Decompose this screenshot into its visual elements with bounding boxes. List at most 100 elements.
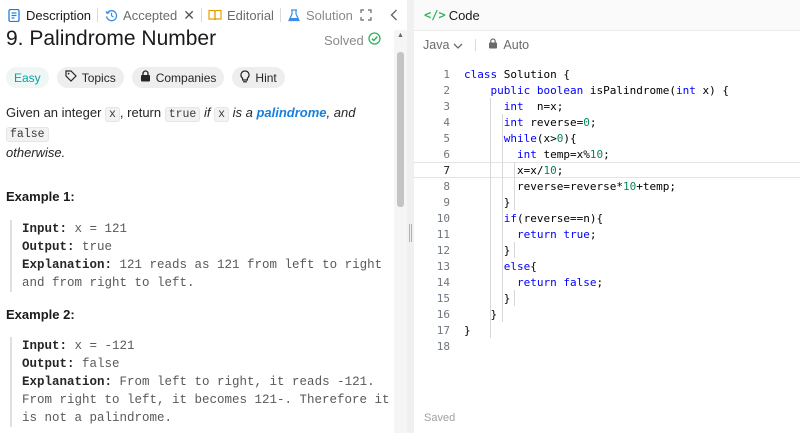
lightbulb-icon <box>240 69 250 86</box>
code-line-text: public boolean isPalindrome(int x) { <box>490 83 729 97</box>
explanation-label: Explanation: <box>22 375 113 389</box>
tab-editorial[interactable]: Editorial <box>204 0 278 30</box>
code-panel-title: Code <box>448 7 480 23</box>
line-number: 10 <box>436 211 450 225</box>
output-label: Output: <box>22 357 75 371</box>
desc-text: , and <box>326 105 356 120</box>
example-output: Output: false <box>22 355 390 373</box>
code-line[interactable]: 14 return false; <box>414 274 800 290</box>
code-line-text: int reverse=0; <box>503 115 597 129</box>
book-icon <box>208 8 222 22</box>
line-number: 3 <box>443 99 450 113</box>
code-line[interactable]: 8 reverse=reverse*10+temp; <box>414 178 800 194</box>
topics-button[interactable]: Topics <box>56 67 124 88</box>
scroll-up-arrow-icon[interactable]: ▲ <box>397 32 404 39</box>
code-line-text: } <box>464 243 511 257</box>
line-number: 17 <box>436 323 450 337</box>
problem-tabbar: Description Accepted ✕ Editorial Solutio… <box>0 0 407 30</box>
solved-status: Solved <box>324 32 381 48</box>
tabbar-actions <box>359 0 401 30</box>
example-input: Input: x = 121 <box>22 220 390 238</box>
tab-editorial-label: Editorial <box>226 7 274 23</box>
line-number: 9 <box>443 195 450 209</box>
code-line-text: if(reverse==n){ <box>503 211 604 225</box>
code-line[interactable]: 12 } <box>414 242 800 258</box>
code-line[interactable]: 3 int n=x; <box>414 98 800 114</box>
companies-label: Companies <box>155 70 217 85</box>
line-number: 8 <box>443 179 450 193</box>
indent-guide <box>514 242 515 258</box>
flask-icon <box>287 8 301 22</box>
example-output: Output: true <box>22 238 390 256</box>
vertical-scrollbar[interactable]: ▲ <box>394 30 407 433</box>
example-input: Input: x = -121 <box>22 337 390 355</box>
chevron-down-icon <box>453 38 463 52</box>
problem-tags: Easy Topics Companies Hint <box>6 67 285 88</box>
code-line[interactable]: 7 x=x/10; <box>414 162 800 178</box>
tab-solution[interactable]: Solution <box>283 0 357 30</box>
line-number: 18 <box>436 339 450 353</box>
indent-guide <box>514 290 515 306</box>
problem-panel: Description Accepted ✕ Editorial Solutio… <box>0 0 407 433</box>
line-number: 16 <box>436 307 450 321</box>
code-line[interactable]: 13 else{ <box>414 258 800 274</box>
tab-description[interactable]: Description <box>3 0 95 30</box>
example-explanation: Explanation: 121 reads as 121 from left … <box>22 256 390 292</box>
code-line-text: else{ <box>503 259 537 273</box>
code-line[interactable]: 10 if(reverse==n){ <box>414 210 800 226</box>
code-line[interactable]: 11 return true; <box>414 226 800 242</box>
grip-icon <box>409 224 412 242</box>
language-select[interactable]: Java <box>423 38 463 52</box>
history-icon <box>104 8 118 22</box>
code-editor[interactable]: 1 class Solution {2 public boolean isPali… <box>414 66 800 356</box>
language-label: Java <box>423 38 450 52</box>
tab-accepted[interactable]: Accepted ✕ <box>100 0 199 30</box>
line-number: 11 <box>436 227 450 241</box>
check-circle-icon <box>368 32 381 48</box>
code-panel-header: </> Code <box>414 0 800 31</box>
pane-resize-handle[interactable] <box>407 0 414 433</box>
example-2-title: Example 2: <box>6 307 75 322</box>
companies-button[interactable]: Companies <box>131 67 225 88</box>
code-line[interactable]: 6 int temp=x%10; <box>414 146 800 162</box>
code-line[interactable]: 17} <box>414 322 800 338</box>
expand-icon[interactable] <box>359 8 373 22</box>
input-value: x = 121 <box>74 222 128 236</box>
inline-code: x <box>105 107 120 122</box>
desc-text: if <box>200 105 215 120</box>
problem-description: Given an integer x, return true if x is … <box>6 104 386 162</box>
code-line[interactable]: 18 <box>414 338 800 354</box>
input-label: Input: <box>22 222 68 236</box>
desc-text: Given an integer <box>6 105 106 120</box>
code-line[interactable]: 15 } <box>414 290 800 306</box>
code-line-text: int n=x; <box>503 99 564 113</box>
tab-solution-label: Solution <box>305 7 353 23</box>
code-line[interactable]: 16 } <box>414 306 800 322</box>
difficulty-badge[interactable]: Easy <box>6 67 49 88</box>
code-line-text: reverse=reverse*10+temp; <box>464 179 676 193</box>
inline-code: false <box>6 127 49 142</box>
tab-separator <box>97 8 99 22</box>
tag-icon <box>65 70 77 85</box>
explanation-label: Explanation: <box>22 258 113 272</box>
code-line[interactable]: 1 class Solution { <box>414 66 800 82</box>
scrollbar-thumb[interactable] <box>397 52 404 207</box>
palindrome-link[interactable]: palindrome <box>256 105 326 120</box>
input-label: Input: <box>22 339 68 353</box>
code-line[interactable]: 5 while(x>0){ <box>414 130 800 146</box>
indent-guide <box>502 114 503 322</box>
example-1-block: Input: x = 121 Output: true Explanation:… <box>10 220 390 292</box>
description-icon <box>7 8 21 22</box>
hint-button[interactable]: Hint <box>232 67 285 88</box>
tab-description-label: Description <box>26 7 92 23</box>
line-number: 7 <box>443 163 450 177</box>
auto-mode[interactable]: Auto <box>488 38 529 52</box>
close-icon[interactable]: ✕ <box>183 7 195 24</box>
save-status: Saved <box>424 412 456 424</box>
tab-accepted-label: Accepted <box>123 7 178 23</box>
code-line[interactable]: 9 } <box>414 194 800 210</box>
code-panel: </> Code Java Auto 1 class Solution {2 pu… <box>414 0 800 433</box>
collapse-left-icon[interactable] <box>387 8 401 22</box>
code-line[interactable]: 2 public boolean isPalindrome(int x) { <box>414 82 800 98</box>
code-line[interactable]: 4 int reverse=0; <box>414 114 800 130</box>
